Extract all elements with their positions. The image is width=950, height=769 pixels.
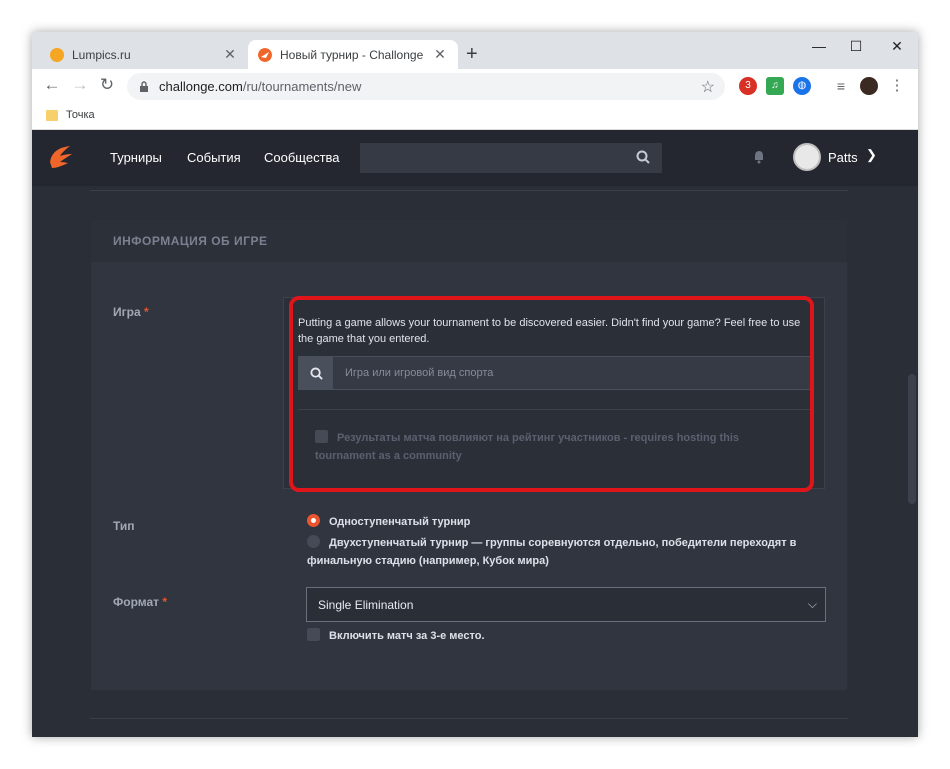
tab-close-icon[interactable]: ✕: [432, 46, 448, 63]
tab-lumpics[interactable]: Lumpics.ru ✕: [40, 40, 248, 69]
tab-title: Новый турнир - Challonge: [280, 47, 424, 62]
type-option-label: Одноступенчатый турнир: [329, 516, 471, 528]
game-label-text: Игра: [113, 305, 141, 319]
site-search-input[interactable]: [360, 143, 662, 173]
third-place-label: Включить матч за 3-е место.: [329, 630, 485, 642]
type-label: Тип: [113, 519, 135, 533]
required-mark: *: [162, 595, 168, 609]
browser-toolbar: ← → ↻ challonge.com/ru/tournaments/new ☆…: [32, 69, 918, 103]
page-content: Турниры События Сообщества Patts ❯ ИНФОР…: [32, 130, 918, 737]
reading-list-icon[interactable]: ≡: [832, 77, 850, 95]
close-window-icon[interactable]: ✕: [885, 38, 909, 55]
forward-icon[interactable]: →: [69, 75, 91, 95]
menu-kebab-icon[interactable]: ⋮: [888, 77, 906, 95]
user-avatar[interactable]: [793, 143, 821, 171]
lumpics-favicon-icon: [50, 47, 64, 62]
browser-window: Lumpics.ru ✕ Новый турнир - Challonge ✕ …: [32, 32, 918, 737]
radio-unselected-icon[interactable]: [307, 535, 320, 548]
search-icon: [636, 150, 650, 164]
game-label: Игра *: [113, 305, 149, 319]
user-name[interactable]: Patts: [828, 150, 858, 165]
required-mark: *: [143, 305, 149, 319]
bookmark-item[interactable]: Точка: [46, 109, 95, 121]
type-option-two-stage[interactable]: Двухступенчатый турнир — группы соревную…: [307, 534, 807, 570]
lock-icon: [140, 81, 148, 92]
site-header: Турниры События Сообщества Patts ❯: [32, 130, 918, 186]
format-label: Формат *: [113, 595, 167, 609]
scrollbar-thumb[interactable]: [908, 374, 916, 504]
checkbox-icon[interactable]: [307, 628, 320, 641]
section-title: ИНФОРМАЦИЯ ОБ ИГРЕ: [113, 234, 268, 248]
minimize-icon[interactable]: —: [807, 38, 831, 54]
third-place-checkbox[interactable]: Включить матч за 3-е место.: [307, 628, 485, 642]
format-select-value: Single Elimination: [318, 598, 414, 612]
notification-bell-icon[interactable]: [751, 149, 767, 165]
music-extension-icon[interactable]: ♫: [766, 77, 784, 95]
format-label-text: Формат: [113, 595, 160, 609]
profile-avatar-icon[interactable]: [860, 77, 878, 95]
tab-close-icon[interactable]: ✕: [222, 46, 238, 63]
extension-badge-icon[interactable]: 3: [739, 77, 757, 95]
extension-badge-count: 3: [745, 80, 751, 91]
new-tab-icon[interactable]: +: [466, 44, 478, 64]
reload-icon[interactable]: ↻: [96, 75, 118, 95]
bookmarks-bar: Точка: [32, 103, 918, 130]
game-info-section: ИНФОРМАЦИЯ ОБ ИГРЕ Игра * Putting a game…: [91, 220, 847, 690]
tab-challonge[interactable]: Новый турнир - Challonge ✕: [248, 40, 458, 69]
address-bar[interactable]: challonge.com/ru/tournaments/new ☆: [127, 73, 725, 100]
vpn-extension-icon[interactable]: ◍: [793, 77, 811, 95]
divider: [90, 190, 848, 191]
challonge-favicon-icon: [258, 47, 272, 62]
bookmark-label: Точка: [66, 109, 95, 121]
url-host: challonge.com: [159, 79, 243, 94]
chevron-down-icon: ⌵: [807, 597, 817, 611]
tab-title: Lumpics.ru: [72, 47, 131, 62]
section-header: ИНФОРМАЦИЯ ОБ ИГРЕ: [91, 220, 847, 262]
type-option-label: Двухступенчатый турнир — группы соревную…: [307, 537, 797, 567]
maximize-icon[interactable]: ☐: [844, 38, 868, 55]
url-path: /ru/tournaments/new: [242, 79, 362, 94]
nav-events[interactable]: События: [187, 150, 241, 165]
format-select[interactable]: Single Elimination ⌵: [306, 587, 826, 622]
folder-icon: [46, 109, 58, 121]
divider: [90, 718, 848, 719]
challonge-logo-icon[interactable]: [46, 142, 76, 172]
back-icon[interactable]: ←: [41, 75, 63, 95]
bookmark-star-icon[interactable]: ☆: [701, 77, 715, 97]
type-option-single[interactable]: Одноступенчатый турнир: [307, 513, 470, 531]
nav-tournaments[interactable]: Турниры: [110, 150, 162, 165]
red-highlight-frame: [289, 296, 814, 492]
radio-selected-icon[interactable]: [307, 514, 320, 527]
nav-communities[interactable]: Сообщества: [264, 150, 340, 165]
page-scrollbar[interactable]: [906, 186, 918, 737]
chevron-down-icon[interactable]: ❯: [866, 147, 877, 163]
tab-strip: Lumpics.ru ✕ Новый турнир - Challonge ✕ …: [32, 32, 918, 69]
